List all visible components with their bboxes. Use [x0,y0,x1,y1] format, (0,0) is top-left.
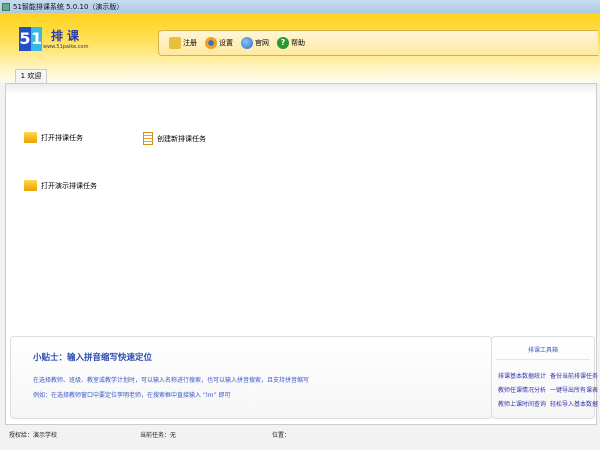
status-current-task: 当前任务：无 [140,432,177,439]
logo-digit-1: 1 [31,27,42,51]
website-label: 官网 [255,39,269,47]
open-demo-task-label: 打开演示排课任务 [41,181,97,190]
logo-digit-5: 5 [19,27,31,51]
title-bar: 51智能排课系统 5.0.10（演示版） [0,0,600,13]
toolbox-title: 排课工具箱 [527,347,558,354]
open-task-label: 打开排课任务 [41,133,83,142]
new-document-icon [143,132,153,145]
settings-button[interactable]: 设置 [205,37,233,49]
toolbox-link[interactable]: 一键导出所有课表 [550,385,598,394]
toolbar: 注册 设置 官网 ? 帮助 [158,30,598,56]
toolbox-link[interactable]: 教师任课情况分析 [498,385,546,394]
logo-url: www.51paike.com [43,44,89,50]
status-position: 位置： [272,432,291,439]
register-icon [169,37,181,49]
tips-title: 小贴士：输入拼音缩写快速定位 [33,353,153,363]
help-icon: ? [277,37,289,49]
gear-icon [205,37,217,49]
app-icon [2,2,10,11]
status-bar: 授权给：演示学校 当前任务：无 位置： [6,428,596,440]
logo-text: 排课 [51,29,84,43]
toolbox-link[interactable]: 排课基本数据统计 [498,371,546,380]
settings-label: 设置 [219,39,233,47]
logo: 5 1 排课 www.51paike.com [19,27,88,51]
tips-line-1: 在选择教师、班级、教室或教学计划时，可以输入名称进行搜索，也可以输入拼音搜索，且… [33,377,310,384]
create-task-label: 创建新排课任务 [157,134,206,143]
register-button[interactable]: 注册 [169,37,197,49]
folder-open-icon [24,132,37,143]
help-button[interactable]: ? 帮助 [277,37,305,49]
open-demo-task-button[interactable]: 打开演示排课任务 [24,180,97,191]
welcome-panel: 打开排课任务 创建新排课任务 打开演示排课任务 小贴士：输入拼音缩写快速定位 在… [5,83,598,425]
header: 5 1 排课 www.51paike.com 注册 设置 官网 ? 帮助 [0,13,600,83]
toolbox-link[interactable]: 教师上课时间查询 [498,399,546,408]
toolbox-link[interactable]: 备份当前排课任务 [550,371,598,380]
status-licensed: 授权给：演示学校 [9,432,58,439]
register-label: 注册 [183,39,197,47]
tips-line-2: 例如：在选择教师窗口中要定位李明老师，在搜索框中直接输入 “lm” 即可 [33,392,231,399]
open-task-button[interactable]: 打开排课任务 [24,132,83,143]
tips-panel: 小贴士：输入拼音缩写快速定位 在选择教师、班级、教室或教学计划时，可以输入名称进… [10,336,492,419]
toolbox-panel: 排课工具箱 排课基本数据统计 备份当前排课任务 教师任课情况分析 一键导出所有课… [491,336,598,419]
globe-icon [241,37,253,49]
toolbox-link[interactable]: 轻松导入基本数据 [550,399,598,408]
folder-demo-icon [24,180,37,191]
window-title: 51智能排课系统 5.0.10（演示版） [13,2,124,11]
create-task-button[interactable]: 创建新排课任务 [143,132,206,145]
website-button[interactable]: 官网 [241,37,269,49]
help-label: 帮助 [291,39,305,47]
tab-welcome[interactable]: 1 欢迎 [15,69,47,83]
